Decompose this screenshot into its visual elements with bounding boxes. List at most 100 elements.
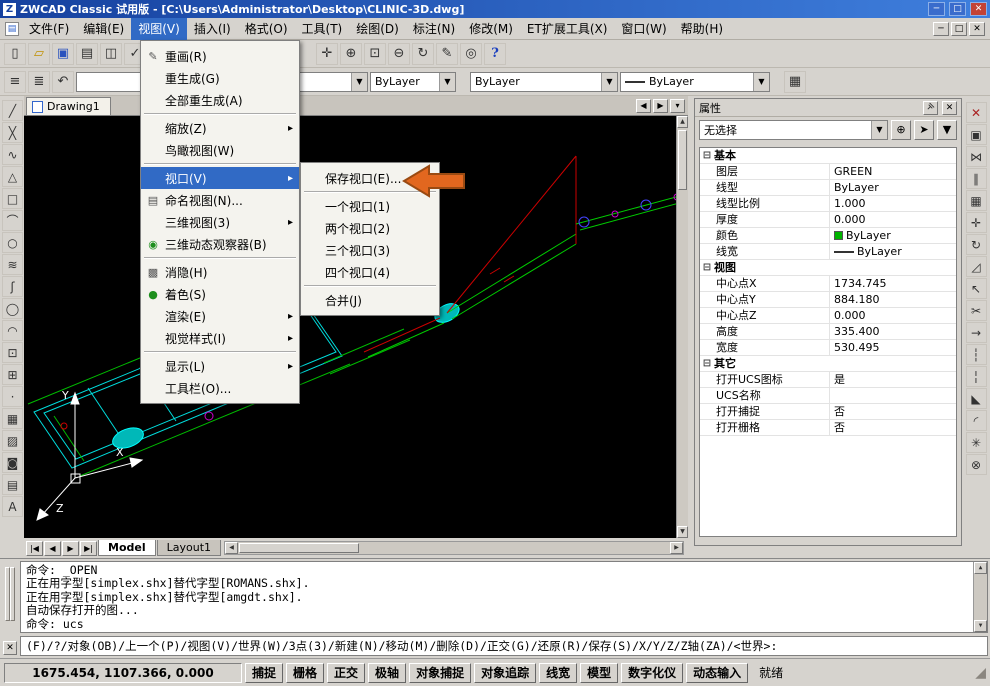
menu-item-viewports[interactable]: 视口(V)▸	[141, 167, 299, 189]
prop-row-color[interactable]: 颜色 ByLayer	[700, 228, 956, 244]
prop-row-ucs-icon-on[interactable]: 打开UCS图标 是	[700, 372, 956, 388]
menu-item-shade[interactable]: ●着色(S)	[141, 283, 299, 305]
rectangle-icon[interactable]: □	[2, 188, 23, 209]
prop-row-ucs-name[interactable]: UCS名称	[700, 388, 956, 404]
copy-icon[interactable]: ▣	[966, 124, 987, 145]
prop-row-grid-on[interactable]: 打开栅格 否	[700, 420, 956, 436]
ellipse-arc-icon[interactable]: ◠	[2, 320, 23, 341]
layer-previous-icon[interactable]: ↶	[52, 71, 74, 93]
prop-group-view[interactable]: ⊟ 视图	[700, 260, 956, 276]
tab-scroll-left-button[interactable]: ◀	[636, 99, 651, 113]
prop-row-width[interactable]: 宽度 530.495	[700, 340, 956, 356]
resize-grip-icon[interactable]: ◢	[975, 665, 986, 681]
menu-item-zoom[interactable]: 缩放(Z)▸	[141, 117, 299, 139]
menu-view[interactable]: 视图(V)	[131, 17, 187, 40]
command-dock-grip[interactable]: ✕	[0, 559, 20, 658]
pin-icon[interactable]	[923, 101, 938, 115]
arc-icon[interactable]: ⌒	[2, 210, 23, 231]
menu-item-toolbars[interactable]: 工具栏(O)...	[141, 377, 299, 399]
point-icon[interactable]: ·	[2, 386, 23, 407]
prop-row-linetype-scale[interactable]: 线型比例 1.000	[700, 196, 956, 212]
spline-icon[interactable]: ʃ	[2, 276, 23, 297]
scale-icon[interactable]: ◿	[966, 256, 987, 277]
revcloud-icon[interactable]: ≋	[2, 254, 23, 275]
ellipse-icon[interactable]: ◯	[2, 298, 23, 319]
minimize-button[interactable]: ─	[928, 2, 945, 16]
command-close-button[interactable]: ✕	[3, 641, 17, 655]
scroll-left-icon[interactable]: ◀	[225, 542, 238, 554]
xline-icon[interactable]: ╳	[2, 122, 23, 143]
fillet-icon[interactable]: ◜	[966, 410, 987, 431]
menu-tools[interactable]: 工具(T)	[295, 17, 350, 40]
collapse-icon[interactable]: ⊟	[700, 260, 714, 275]
menu-window[interactable]: 窗口(W)	[614, 17, 673, 40]
scroll-right-icon[interactable]: ▶	[670, 542, 683, 554]
region-icon[interactable]: ◙	[2, 452, 23, 473]
menu-help[interactable]: 帮助(H)	[674, 17, 730, 40]
menu-file[interactable]: 文件(F)	[22, 17, 76, 40]
menu-item-3d-orbit[interactable]: ◉三维动态观察器(B)	[141, 233, 299, 255]
menu-format[interactable]: 格式(O)	[238, 17, 295, 40]
layers-icon[interactable]: ≡	[4, 71, 26, 93]
select-objects-button[interactable]: ➤	[914, 120, 934, 140]
prop-row-snap-on[interactable]: 打开捕捉 否	[700, 404, 956, 420]
first-tab-button[interactable]: |◀	[26, 541, 43, 556]
scroll-up-icon[interactable]: ▲	[677, 116, 688, 128]
explode-icon[interactable]: ✳	[966, 432, 987, 453]
menu-item-4-viewports[interactable]: 四个视口(4)	[301, 261, 439, 283]
prop-row-thickness[interactable]: 厚度 0.000	[700, 212, 956, 228]
table-icon[interactable]: ▤	[2, 474, 23, 495]
zoom-realtime-icon[interactable]: ⊕	[340, 43, 362, 65]
mdi-restore-button[interactable]: □	[951, 22, 967, 36]
menu-item-3d-views[interactable]: 三维视图(3)▸	[141, 211, 299, 233]
vertical-scrollbar[interactable]: ▲ ▼	[676, 116, 688, 538]
scroll-down-icon[interactable]: ▼	[677, 526, 688, 538]
scrollbar-thumb[interactable]	[239, 543, 359, 553]
extend-icon[interactable]: →	[966, 322, 987, 343]
tablet-toggle[interactable]: 数字化仪	[621, 663, 683, 683]
prop-row-center-x[interactable]: 中心点X 1734.745	[700, 276, 956, 292]
save-icon[interactable]: ▣	[52, 43, 74, 65]
prop-row-layer[interactable]: 图层 GREEN	[700, 164, 956, 180]
menu-item-redraw[interactable]: ✎重画(R)	[141, 45, 299, 67]
offset-icon[interactable]: ∥	[966, 168, 987, 189]
mtext-icon[interactable]: A	[2, 496, 23, 517]
horizontal-scrollbar[interactable]: ◀ ▶	[224, 541, 684, 555]
scrollbar-thumb[interactable]	[678, 130, 687, 190]
prev-tab-button[interactable]: ◀	[44, 541, 61, 556]
mdi-minimize-button[interactable]: ─	[933, 22, 949, 36]
plot-icon[interactable]: ▤	[76, 43, 98, 65]
menu-item-3-viewports[interactable]: 三个视口(3)	[301, 239, 439, 261]
prop-row-center-z[interactable]: 中心点Z 0.000	[700, 308, 956, 324]
linetype-dropdown[interactable]: ByLayer ▼	[470, 72, 618, 92]
chamfer-icon[interactable]: ◣	[966, 388, 987, 409]
menu-edit[interactable]: 编辑(E)	[76, 17, 131, 40]
polygon-icon[interactable]: △	[2, 166, 23, 187]
menu-item-hide[interactable]: ▩消隐(H)	[141, 261, 299, 283]
tab-scroll-right-button[interactable]: ▶	[653, 99, 668, 113]
chevron-down-icon[interactable]: ▼	[601, 73, 617, 91]
make-block-icon[interactable]: ⊞	[2, 364, 23, 385]
zoom-window-icon[interactable]: ⊡	[364, 43, 386, 65]
stretch-icon[interactable]: ↖	[966, 278, 987, 299]
dyn-input-toggle[interactable]: 动态输入	[686, 663, 748, 683]
array-icon[interactable]: ▦	[966, 190, 987, 211]
pan-icon[interactable]: ✛	[316, 43, 338, 65]
prop-row-lineweight[interactable]: 线宽 ByLayer	[700, 244, 956, 260]
break-icon[interactable]: ╎	[966, 366, 987, 387]
command-scrollbar[interactable]: ▲ ▼	[973, 562, 987, 632]
polar-toggle[interactable]: 极轴	[368, 663, 406, 683]
menu-item-regen-all[interactable]: 全部重生成(A)	[141, 89, 299, 111]
trim-icon[interactable]: ✂	[966, 300, 987, 321]
prop-row-center-y[interactable]: 中心点Y 884.180	[700, 292, 956, 308]
otrack-toggle[interactable]: 对象追踪	[474, 663, 536, 683]
scroll-up-icon[interactable]: ▲	[974, 562, 987, 574]
chevron-down-icon[interactable]: ▼	[439, 73, 455, 91]
close-button[interactable]: ✕	[970, 2, 987, 16]
redraw-icon[interactable]: ✎	[436, 43, 458, 65]
gradient-icon[interactable]: ▨	[2, 430, 23, 451]
menu-insert[interactable]: 插入(I)	[187, 17, 238, 40]
menu-dimension[interactable]: 标注(N)	[406, 17, 462, 40]
lineweight-toggle[interactable]: 线宽	[539, 663, 577, 683]
menu-item-join-viewports[interactable]: 合并(J)	[301, 289, 439, 311]
